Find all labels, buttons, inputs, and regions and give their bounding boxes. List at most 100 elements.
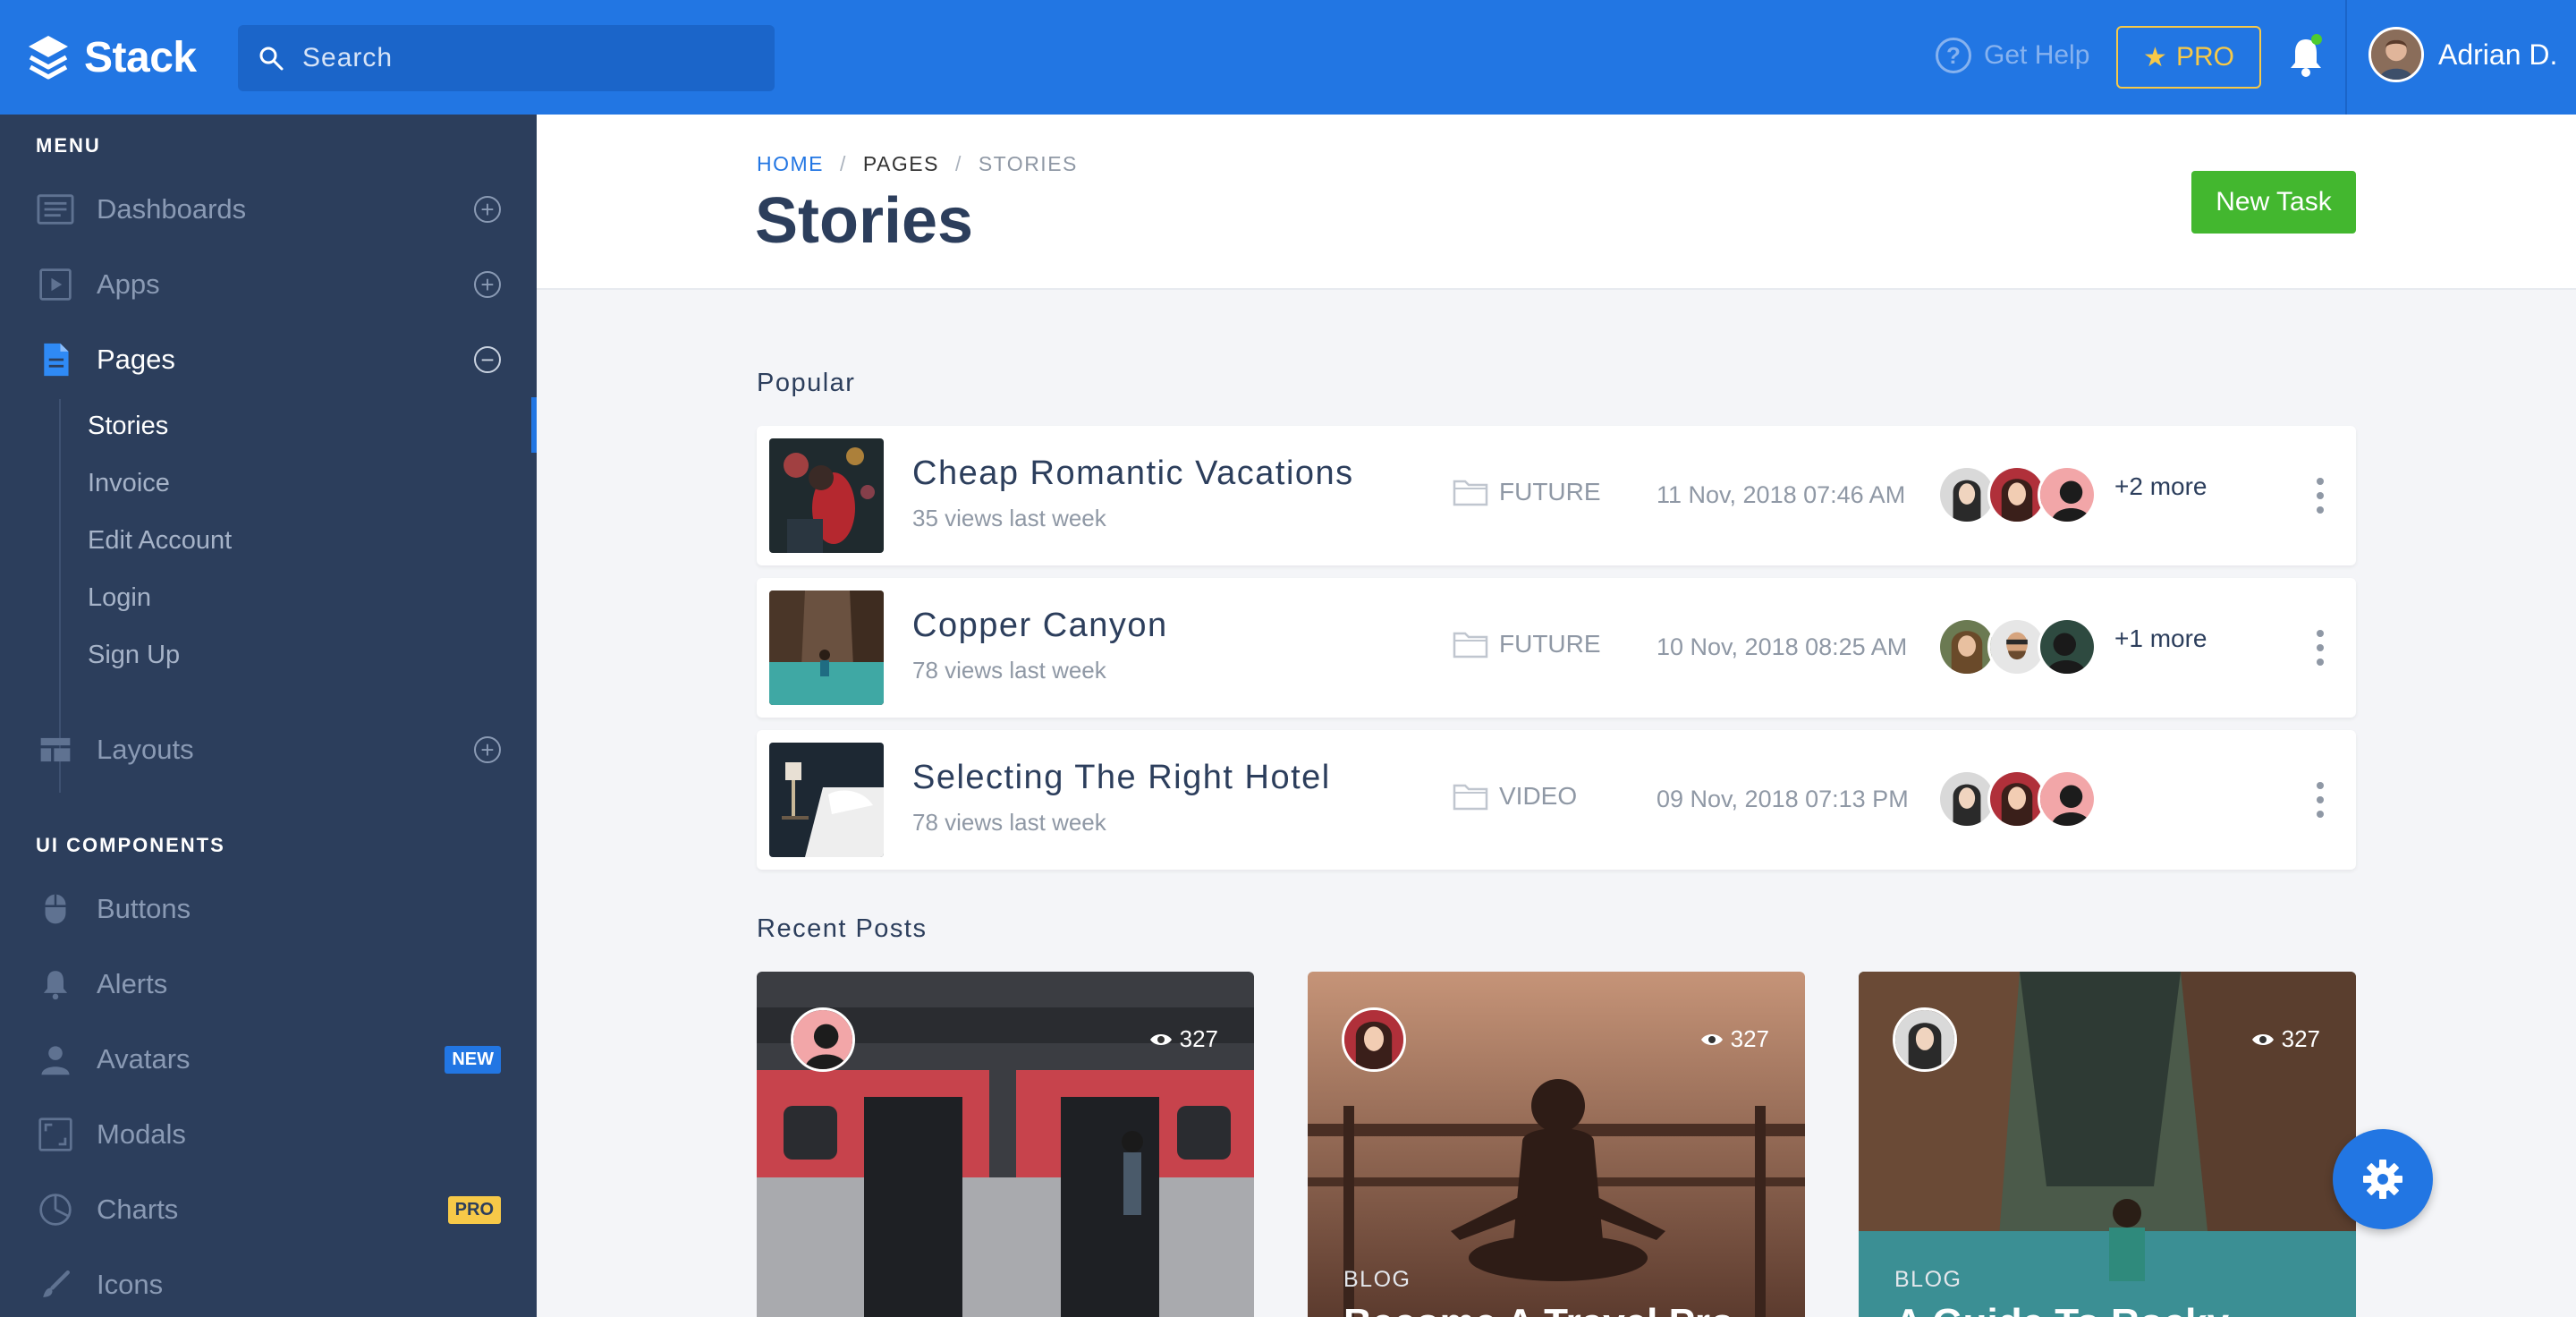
avatar[interactable] [2038,465,2097,524]
collapse-minus-icon[interactable]: − [474,346,501,373]
user-name: Adrian D. [2438,38,2558,71]
breadcrumb-home[interactable]: HOME [757,152,824,176]
sidebar-item-label: Buttons [97,893,191,924]
search-box[interactable] [238,25,775,91]
story-date: 11 Nov, 2018 07:46 AM [1657,481,1906,508]
submenu-item-sign-up[interactable]: Sign Up [88,641,180,670]
story-row[interactable]: Selecting The Right Hotel 78 views last … [757,730,2356,870]
user-avatar [2368,27,2424,82]
breadcrumb-pages[interactable]: PAGES [863,152,939,176]
story-thumbnail [769,438,884,553]
breadcrumb-separator: / [840,152,847,175]
post-author-avatar[interactable] [791,1007,855,1072]
story-views: 78 views last week [912,657,1106,684]
story-category: FUTURE [1453,630,1601,658]
story-row[interactable]: Cheap Romantic Vacations 35 views last w… [757,426,2356,565]
post-views: 327 [2251,1025,2320,1053]
page-title: Stories [755,185,974,257]
expand-plus-icon[interactable]: + [474,271,501,298]
sidebar-item-label: Charts [97,1194,179,1225]
submenu-item-edit-account[interactable]: Edit Account [88,526,232,556]
sidebar-item-label: Modals [97,1118,186,1150]
post-author-avatar[interactable] [1342,1007,1406,1072]
more-members[interactable]: +2 more [2114,472,2207,501]
more-members[interactable]: +1 more [2114,625,2207,653]
expand-plus-icon[interactable]: + [474,736,501,763]
submenu-item-invoice[interactable]: Invoice [88,469,170,498]
sidebar-item-dashboards[interactable]: Dashboards + [36,183,501,236]
logo-text: Stack [84,33,197,81]
breadcrumb: HOME / PAGES / STORIES [757,152,1094,176]
sidebar-item-label: Pages [97,344,175,375]
story-row[interactable]: Copper Canyon 78 views last week FUTURE … [757,578,2356,718]
story-date: 09 Nov, 2018 07:13 PM [1657,786,1909,812]
story-category-label: FUTURE [1499,630,1601,658]
ui-components-heading: UI COMPONENTS [36,834,225,856]
new-task-button[interactable]: New Task [2191,171,2356,234]
eye-icon [1700,1033,1723,1045]
breadcrumb-separator: / [954,152,962,175]
apps-icon [36,265,75,304]
sidebar-item-label: Apps [97,268,160,300]
sidebar-item-apps[interactable]: Apps + [36,258,501,311]
post-card[interactable]: 327 BLOG A Guide To Rocky [1859,972,2356,1317]
folder-icon [1453,480,1488,506]
post-card[interactable]: 327 BLOG Become A Travel Pro [1308,972,1805,1317]
sidebar-item-icons[interactable]: Icons [36,1258,501,1312]
post-card[interactable]: 327 [757,972,1254,1317]
top-navbar: Stack ? Get Help ★ PRO Adrian D. [0,0,2576,115]
more-options-icon[interactable] [2315,478,2326,514]
pro-button[interactable]: ★ PRO [2116,26,2261,89]
stack-logo-icon [29,36,68,80]
user-menu[interactable]: Adrian D. [2368,27,2557,82]
story-title[interactable]: Copper Canyon [912,607,1168,645]
search-input[interactable] [302,43,750,73]
gear-icon [2363,1160,2402,1199]
submenu-item-login[interactable]: Login [88,583,151,613]
pie-chart-icon [36,1190,75,1229]
sidebar-item-buttons[interactable]: Buttons [36,882,501,936]
sidebar-item-charts[interactable]: Charts PRO [36,1183,501,1236]
post-author-avatar[interactable] [1893,1007,1957,1072]
sidebar-item-label: Dashboards [97,193,247,225]
story-title[interactable]: Selecting The Right Hotel [912,759,1331,797]
get-help-link[interactable]: ? Get Help [1936,38,2089,73]
modal-icon [36,1115,75,1154]
submenu-item-stories[interactable]: Stories [88,412,168,441]
post-views: 327 [1149,1025,1218,1053]
post-title[interactable]: Become A Travel Pro [1343,1301,1734,1317]
story-views: 78 views last week [912,809,1106,836]
expand-plus-icon[interactable]: + [474,196,501,223]
avatar[interactable] [2038,769,2097,828]
dashboard-icon [36,190,75,229]
post-title[interactable]: A Guide To Rocky [1894,1301,2229,1317]
story-thumbnail [769,743,884,857]
sidebar-item-avatars[interactable]: Avatars NEW [36,1032,501,1086]
sidebar-item-layouts[interactable]: Layouts + [36,723,501,777]
sidebar-item-label: Alerts [97,968,168,999]
sidebar-item-pages[interactable]: Pages − [36,333,501,387]
avatar[interactable] [2038,617,2097,676]
mouse-icon [36,889,75,929]
pro-label: PRO [2175,42,2234,72]
sidebar-item-label: Avatars [97,1043,191,1075]
avatar-group [1937,769,2097,828]
notification-dot [2311,34,2322,45]
person-icon [36,1040,75,1079]
sidebar-item-modals[interactable]: Modals [36,1108,501,1161]
story-title[interactable]: Cheap Romantic Vacations [912,455,1354,493]
story-date: 10 Nov, 2018 08:25 AM [1657,633,1908,660]
more-options-icon[interactable] [2315,630,2326,666]
star-icon: ★ [2143,42,2167,72]
eye-icon [2251,1033,2274,1045]
breadcrumb-current: STORIES [978,152,1078,175]
sidebar: MENU Dashboards + Apps + Pages − Stories… [0,115,537,1317]
sidebar-item-alerts[interactable]: Alerts [36,957,501,1011]
story-views: 35 views last week [912,505,1106,531]
get-help-label: Get Help [1984,40,2090,70]
more-options-icon[interactable] [2315,782,2326,818]
settings-fab[interactable] [2333,1129,2433,1229]
app-logo[interactable]: Stack [27,27,197,88]
folder-icon [1453,632,1488,658]
pages-icon [36,340,75,379]
